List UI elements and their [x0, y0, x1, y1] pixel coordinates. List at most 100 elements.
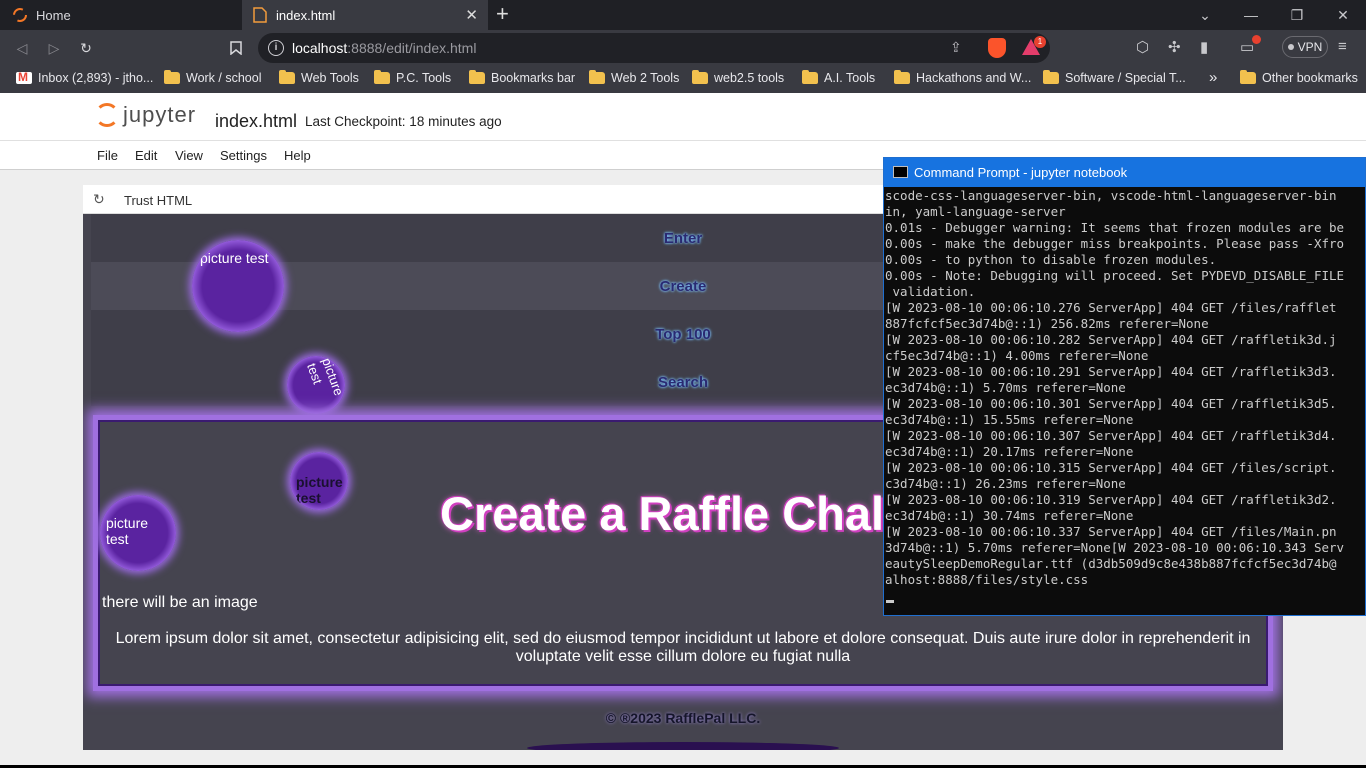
- bookmark-folder[interactable]: Software / Special T...: [1043, 70, 1186, 85]
- menu-help[interactable]: Help: [284, 148, 311, 163]
- terminal-line: ec3d74b@::1) 5.70ms referer=None: [885, 380, 1126, 395]
- folder-icon: [469, 70, 485, 84]
- footer-copyright: © ®2023 RafflePal LLC.: [605, 710, 761, 726]
- terminal-line: [W 2023-08-10 00:06:10.307 ServerApp] 40…: [885, 428, 1337, 443]
- terminal-line: [W 2023-08-10 00:06:10.337 ServerApp] 40…: [885, 524, 1337, 539]
- menu-icon[interactable]: ≡: [1338, 38, 1347, 55]
- bookmark-folder[interactable]: web2.5 tools: [692, 70, 784, 85]
- new-tab-button[interactable]: +: [496, 3, 509, 25]
- folder-icon: [589, 70, 605, 84]
- terminal-line: cf5ec3d74b@::1) 4.00ms referer=None: [885, 348, 1149, 363]
- notebook-filename[interactable]: index.html: [215, 111, 297, 132]
- terminal-line: c3d74b@::1) 26.23ms referer=None: [885, 476, 1126, 491]
- bookmark-icon[interactable]: [224, 36, 248, 60]
- terminal-line: eautySleepDemoRegular.ttf (d3db509d9c8e4…: [885, 556, 1337, 571]
- file-icon: [252, 7, 268, 23]
- back-icon[interactable]: ◁: [10, 36, 34, 60]
- terminal-line: [W 2023-08-10 00:06:10.291 ServerApp] 40…: [885, 364, 1337, 379]
- close-window-button[interactable]: ✕: [1320, 0, 1366, 30]
- tab-index-label: index.html: [276, 7, 336, 23]
- extensions-icon[interactable]: ✣: [1168, 38, 1181, 56]
- terminal-line: 887fcfcf5ec3d74b@::1) 256.82ms referer=N…: [885, 316, 1209, 331]
- menu-edit[interactable]: Edit: [135, 148, 157, 163]
- bookmarks-bar: Inbox (2,893) - jtho... Work / school We…: [0, 66, 1366, 93]
- share-icon[interactable]: ⇪: [950, 39, 962, 56]
- gmail-icon: [16, 72, 32, 84]
- folder-icon: [164, 70, 180, 84]
- folder-icon: [279, 70, 295, 84]
- terminal-line: [W 2023-08-10 00:06:10.315 ServerApp] 40…: [885, 460, 1337, 475]
- bookmark-gmail[interactable]: Inbox (2,893) - jtho...: [16, 71, 153, 85]
- footer-decoration: [527, 742, 839, 750]
- terminal-line: 0.01s - Debugger warning: It seems that …: [885, 220, 1345, 235]
- minimize-button[interactable]: —: [1228, 0, 1274, 30]
- browser-toolbar: ◁ ▷ ↻ i localhost:8888/edit/index.html ⇪…: [0, 30, 1366, 66]
- bookmark-folder[interactable]: Work / school: [164, 70, 262, 85]
- site-info-icon[interactable]: i: [268, 40, 284, 56]
- terminal-line: ec3d74b@::1) 15.55ms referer=None: [885, 412, 1134, 427]
- menu-view[interactable]: View: [175, 148, 203, 163]
- command-prompt-title: Command Prompt - jupyter notebook: [914, 165, 1128, 180]
- picture-bubble: picture test: [192, 240, 284, 332]
- refresh-icon[interactable]: ↻: [93, 191, 105, 208]
- jupyter-header: jupyter index.html Last Checkpoint: 18 m…: [0, 93, 1366, 141]
- chevron-down-icon[interactable]: ⌄: [1182, 0, 1228, 30]
- terminal-line: 0.00s - to python to disable frozen modu…: [885, 252, 1217, 267]
- terminal-line: validation.: [885, 284, 976, 299]
- terminal-line: scode-css-languageserver-bin, vscode-htm…: [885, 188, 1337, 203]
- terminal-icon: [893, 166, 908, 178]
- terminal-output[interactable]: scode-css-languageserver-bin, vscode-htm…: [885, 188, 1365, 588]
- command-prompt-titlebar[interactable]: Command Prompt - jupyter notebook: [884, 158, 1365, 187]
- tab-home-label: Home: [36, 7, 71, 23]
- hero-description: Lorem ipsum dolor sit amet, consectetur …: [115, 630, 1251, 665]
- folder-icon: [374, 70, 390, 84]
- menu-file[interactable]: File: [97, 148, 118, 163]
- bookmark-folder[interactable]: Web Tools: [279, 70, 359, 85]
- jupyter-logo[interactable]: jupyter: [95, 102, 196, 128]
- terminal-line: alhost:8888/files/style.css: [885, 572, 1089, 587]
- command-prompt-window[interactable]: Command Prompt - jupyter notebook scode-…: [883, 157, 1366, 616]
- bookmark-other[interactable]: Other bookmarks: [1240, 70, 1358, 85]
- menu-settings[interactable]: Settings: [220, 148, 267, 163]
- tab-home[interactable]: Home: [0, 0, 242, 30]
- picture-bubble: picture test: [290, 452, 348, 510]
- bookmark-folder[interactable]: Web 2 Tools: [589, 70, 679, 85]
- bookmark-folder[interactable]: Hackathons and W...: [894, 70, 1031, 85]
- notification-dot: [1252, 35, 1261, 44]
- home-tab-icon: [12, 7, 28, 23]
- brave-shields-icon[interactable]: [988, 38, 1006, 58]
- sidebar-icon[interactable]: ▮: [1200, 38, 1208, 56]
- rewards-badge: 1: [1034, 36, 1046, 48]
- terminal-line: 0.00s - Note: Debugging will proceed. Se…: [885, 268, 1345, 283]
- terminal-line: 3d74b@::1) 5.70ms referer=None[W 2023-08…: [885, 540, 1345, 555]
- tab-index-html[interactable]: index.html ✕: [242, 0, 488, 30]
- folder-icon: [692, 70, 708, 84]
- terminal-line: [W 2023-08-10 00:06:10.282 ServerApp] 40…: [885, 332, 1337, 347]
- trust-html-button[interactable]: Trust HTML: [124, 193, 192, 208]
- window-controls: ⌄ — ❐ ✕: [1182, 0, 1366, 30]
- forward-icon[interactable]: ▷: [42, 36, 66, 60]
- bookmarks-overflow-button[interactable]: »: [1209, 69, 1217, 86]
- vpn-button[interactable]: VPN: [1282, 36, 1328, 58]
- folder-icon: [1240, 70, 1256, 84]
- address-bar[interactable]: i localhost:8888/edit/index.html ⇪ 1: [258, 33, 1050, 63]
- bookmark-folder[interactable]: Bookmarks bar: [469, 70, 575, 85]
- last-checkpoint: Last Checkpoint: 18 minutes ago: [305, 114, 502, 129]
- restore-button[interactable]: ❐: [1274, 0, 1320, 30]
- terminal-line: [W 2023-08-10 00:06:10.276 ServerApp] 40…: [885, 300, 1337, 315]
- image-placeholder-text: there will be an image: [102, 594, 258, 611]
- url-text[interactable]: localhost:8888/edit/index.html: [292, 40, 476, 56]
- terminal-line: [W 2023-08-10 00:06:10.301 ServerApp] 40…: [885, 396, 1337, 411]
- close-tab-icon[interactable]: ✕: [465, 6, 478, 24]
- bookmark-folder[interactable]: P.C. Tools: [374, 70, 451, 85]
- folder-icon: [1043, 70, 1059, 84]
- wallet-icon[interactable]: ⬡: [1136, 38, 1149, 56]
- terminal-line: [W 2023-08-10 00:06:10.319 ServerApp] 40…: [885, 492, 1337, 507]
- terminal-cursor: [886, 600, 894, 603]
- picture-bubble: picture test: [100, 495, 176, 571]
- bookmark-folder[interactable]: A.I. Tools: [802, 70, 875, 85]
- reload-icon[interactable]: ↻: [74, 36, 98, 60]
- terminal-line: ec3d74b@::1) 30.74ms referer=None: [885, 508, 1134, 523]
- picture-bubble: picture test: [287, 356, 345, 414]
- terminal-line: in, yaml-language-server: [885, 204, 1066, 219]
